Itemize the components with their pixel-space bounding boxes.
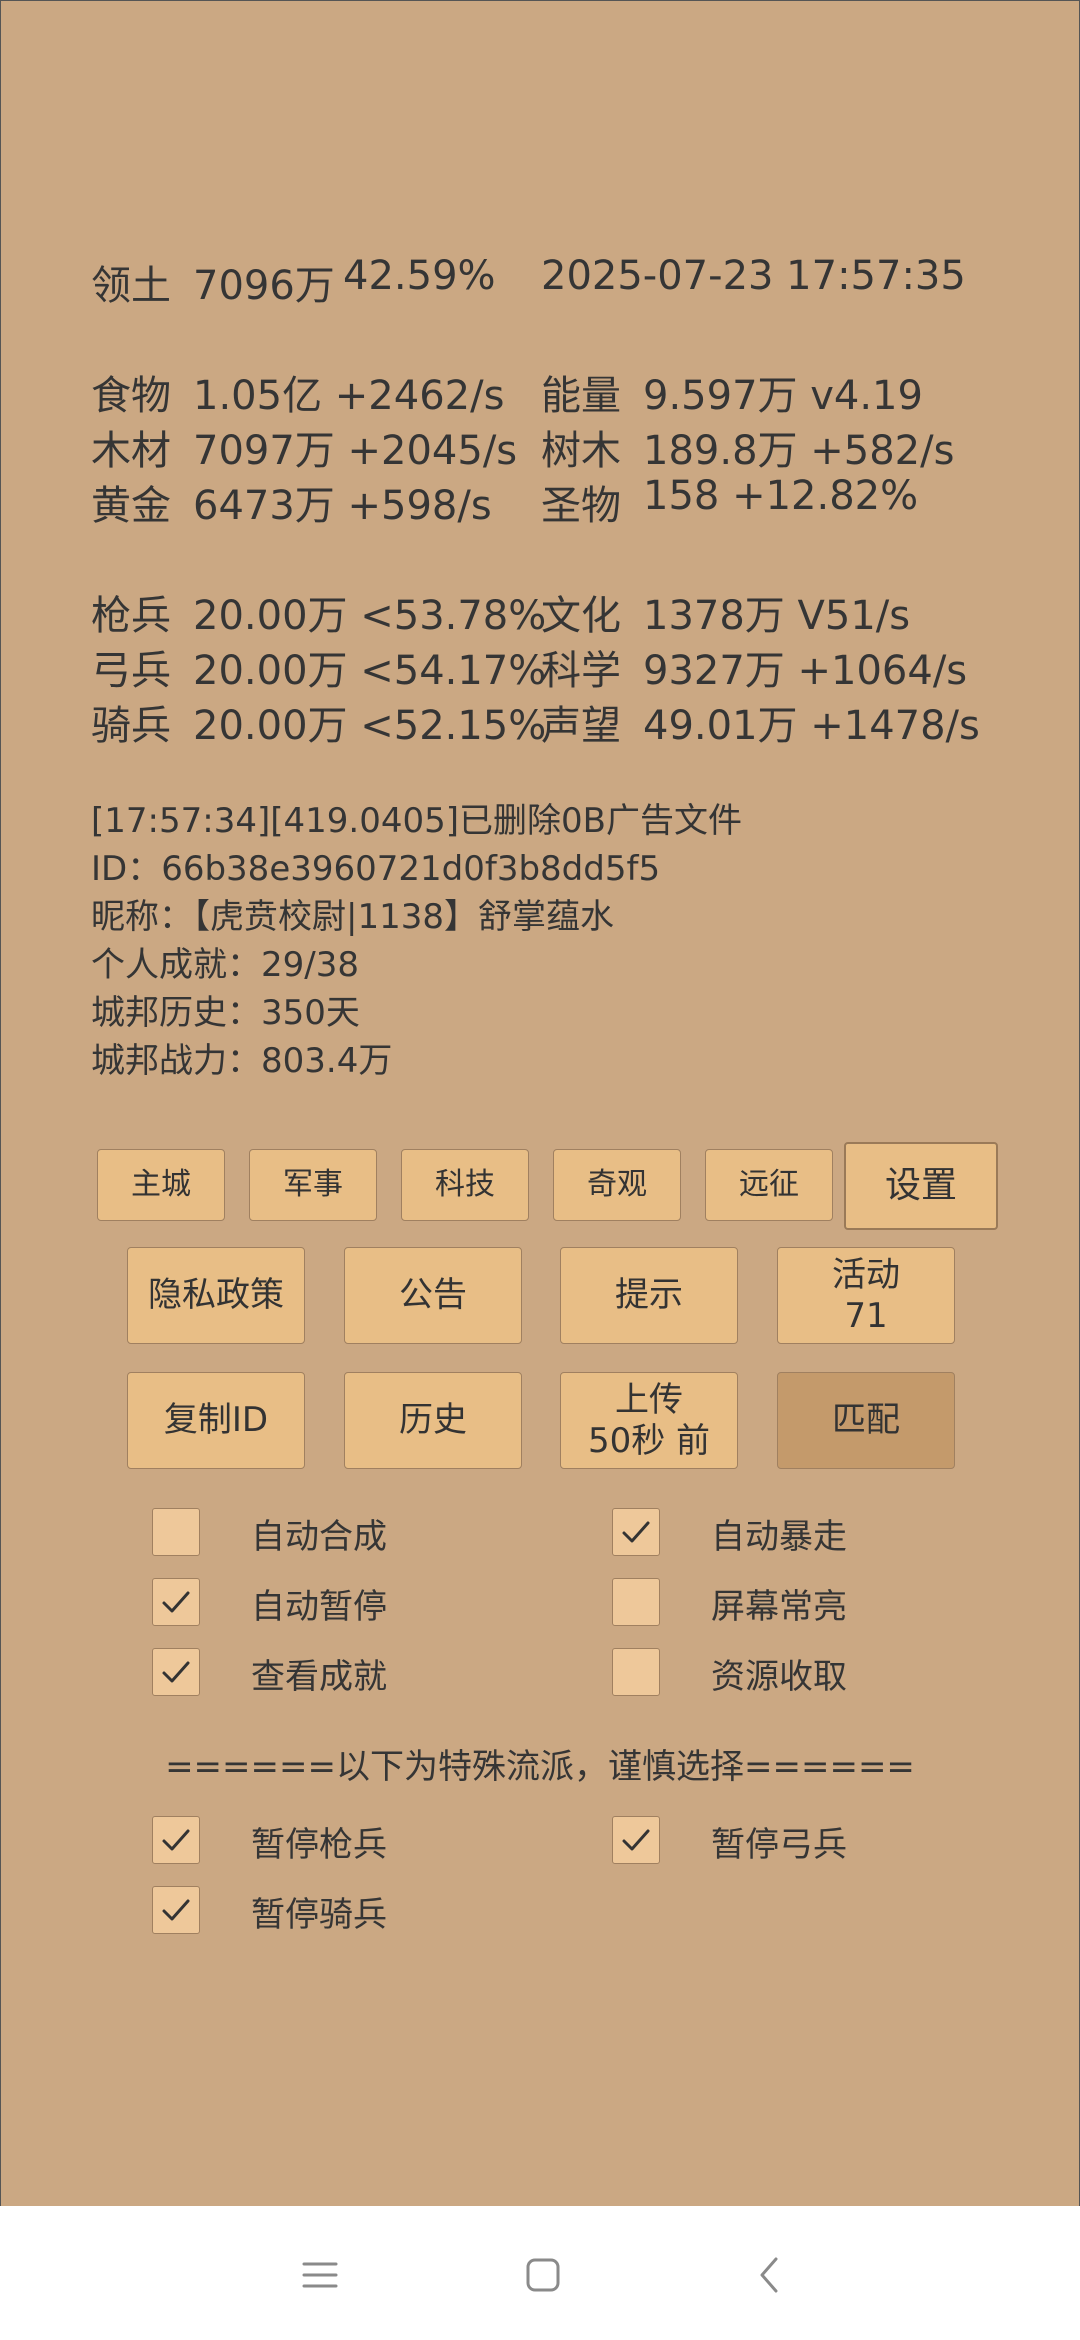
pause-archer-label: 暂停弓兵 <box>711 1825 847 1865</box>
screen-always-on-checkbox[interactable] <box>612 1578 660 1626</box>
relic-label: 圣物 <box>541 483 621 529</box>
history-button[interactable]: 历史 <box>344 1372 522 1469</box>
pause-cavalry-checkbox[interactable] <box>152 1886 200 1934</box>
game-panel: 领土 7096万 42.59% 2025-07-23 17:57:35 食物 1… <box>0 0 1080 2208</box>
energy-value: 9.597万 v4.19 <box>643 373 923 419</box>
match-button[interactable]: 匹配 <box>777 1372 955 1469</box>
checkmark-icon <box>622 1521 650 1543</box>
pause-spearman-checkbox[interactable] <box>152 1816 200 1864</box>
checkmark-icon <box>162 1591 190 1613</box>
view-achievements-checkbox[interactable] <box>152 1648 200 1696</box>
screen-always-on-label: 屏幕常亮 <box>711 1587 847 1627</box>
wonder-button[interactable]: 奇观 <box>553 1149 681 1221</box>
main-city-button[interactable]: 主城 <box>97 1149 225 1221</box>
culture-value: 1378万 V51/s <box>643 593 911 639</box>
pause-cavalry-label: 暂停骑兵 <box>251 1895 387 1935</box>
checkmark-icon <box>162 1829 190 1851</box>
checkmark-icon <box>162 1661 190 1683</box>
resource-collect-checkbox[interactable] <box>612 1648 660 1696</box>
privacy-policy-button[interactable]: 隐私政策 <box>127 1247 305 1344</box>
military-button[interactable]: 军事 <box>249 1149 377 1221</box>
tips-button[interactable]: 提示 <box>560 1247 738 1344</box>
gold-value: 6473万 +598/s <box>193 483 492 529</box>
territory-value: 7096万 <box>193 263 335 309</box>
pause-archer-checkbox[interactable] <box>612 1816 660 1864</box>
spearman-label: 枪兵 <box>91 593 171 639</box>
city-power: 城邦战力：803.4万 <box>91 1041 393 1081</box>
wood-value: 7097万 +2045/s <box>193 428 518 474</box>
tree-value: 189.8万 +582/s <box>643 428 955 474</box>
checkmark-icon <box>162 1899 190 1921</box>
cavalry-value: 20.00万 <52.15% <box>193 703 547 749</box>
auto-merge-label: 自动合成 <box>251 1517 387 1557</box>
upload-label: 上传 <box>615 1379 683 1420</box>
personal-achievement: 个人成就：29/38 <box>91 945 359 985</box>
events-button[interactable]: 活动 71 <box>777 1247 955 1344</box>
nickname: 昵称：【虎贲校尉|1138】舒掌蕴水 <box>91 897 614 937</box>
auto-pause-checkbox[interactable] <box>152 1578 200 1626</box>
wood-label: 木材 <box>91 428 171 474</box>
upload-button[interactable]: 上传 50秒 前 <box>560 1372 738 1469</box>
territory-label: 领土 <box>91 263 171 309</box>
auto-pause-label: 自动暂停 <box>251 1587 387 1627</box>
expedition-button[interactable]: 远征 <box>705 1149 833 1221</box>
view-achievements-label: 查看成就 <box>251 1657 387 1697</box>
city-history: 城邦历史：350天 <box>91 993 360 1033</box>
special-section-title: ======以下为特殊流派，谨慎选择====== <box>165 1747 915 1787</box>
gold-label: 黄金 <box>91 483 171 529</box>
checkmark-icon <box>622 1829 650 1851</box>
datetime: 2025-07-23 17:57:35 <box>541 253 966 299</box>
log-line: [17:57:34][419.0405]已删除0B广告文件 <box>91 801 742 841</box>
resource-collect-label: 资源收取 <box>711 1657 847 1697</box>
home-icon[interactable] <box>520 2252 566 2298</box>
events-count: 71 <box>844 1295 888 1336</box>
upload-time: 50秒 前 <box>587 1420 711 1461</box>
copy-id-button[interactable]: 复制ID <box>127 1372 305 1469</box>
auto-rampage-checkbox[interactable] <box>612 1508 660 1556</box>
auto-rampage-label: 自动暴走 <box>711 1517 847 1557</box>
archer-value: 20.00万 <54.17% <box>193 648 547 694</box>
technology-button[interactable]: 科技 <box>401 1149 529 1221</box>
prestige-value: 49.01万 +1478/s <box>643 703 980 749</box>
spearman-value: 20.00万 <53.78% <box>193 593 547 639</box>
announcement-button[interactable]: 公告 <box>344 1247 522 1344</box>
science-label: 科学 <box>541 648 621 694</box>
tree-label: 树木 <box>541 428 621 474</box>
settings-button[interactable]: 设置 <box>844 1142 998 1230</box>
food-label: 食物 <box>91 373 171 419</box>
menu-icon[interactable] <box>297 2252 343 2298</box>
science-value: 9327万 +1064/s <box>643 648 968 694</box>
events-label: 活动 <box>832 1254 900 1295</box>
food-value: 1.05亿 +2462/s <box>193 373 505 419</box>
relic-value: 158 +12.82% <box>643 473 919 519</box>
energy-label: 能量 <box>541 373 621 419</box>
territory-percent: 42.59% <box>343 253 496 299</box>
archer-label: 弓兵 <box>91 648 171 694</box>
culture-label: 文化 <box>541 593 621 639</box>
cavalry-label: 骑兵 <box>91 703 171 749</box>
prestige-label: 声望 <box>541 703 621 749</box>
back-icon[interactable] <box>748 2252 794 2298</box>
auto-merge-checkbox[interactable] <box>152 1508 200 1556</box>
player-id: ID：66b38e3960721d0f3b8dd5f5 <box>91 849 661 889</box>
pause-spearman-label: 暂停枪兵 <box>251 1825 387 1865</box>
